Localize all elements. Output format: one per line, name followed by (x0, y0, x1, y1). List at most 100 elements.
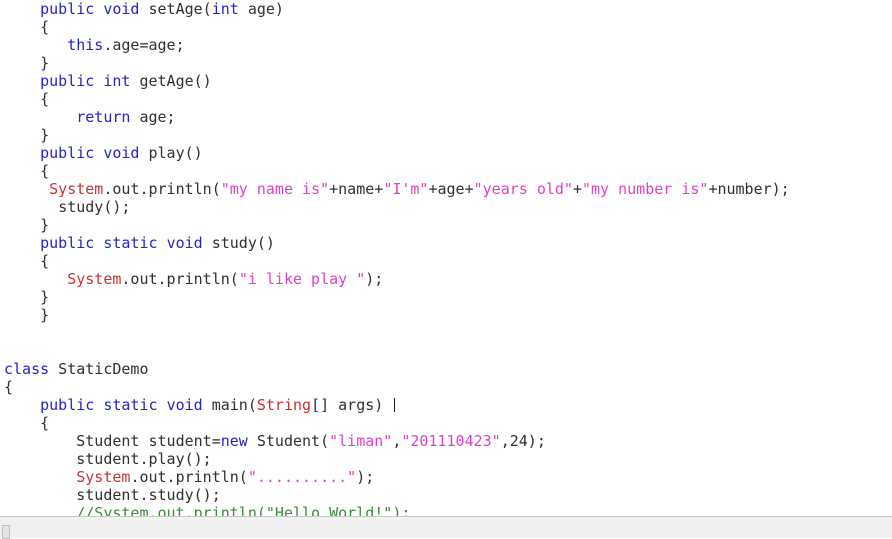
code-token-str: "my name is" (220, 180, 330, 198)
code-token-str: ".........." (247, 468, 357, 486)
text-caret (394, 398, 396, 412)
code-token-kw: void (166, 234, 203, 252)
code-token-plain: setAge( (139, 0, 212, 18)
code-token-kw: void (103, 144, 140, 162)
code-editor[interactable]: public void setAge(int age) { this.age=a… (0, 0, 892, 539)
code-token-cls: System (49, 180, 104, 198)
code-line[interactable]: this.age=age; (0, 36, 892, 54)
code-token-kw: public (40, 72, 95, 90)
code-token-plain: getAge() (130, 72, 212, 90)
code-line[interactable]: student.play(); (0, 450, 892, 468)
code-token-plain: study(); (58, 198, 131, 216)
code-token-plain: +name+ (329, 180, 384, 198)
code-token-plain: age; (130, 108, 176, 126)
code-line[interactable]: student.study(); (0, 486, 892, 504)
code-token-plain: } (40, 306, 50, 324)
code-token-plain: { (4, 378, 14, 396)
code-line[interactable]: public void setAge(int age) (0, 0, 892, 18)
code-token-plain: } (40, 126, 50, 144)
code-text-area[interactable]: public void setAge(int age) { this.age=a… (0, 0, 892, 516)
code-token-plain: { (40, 18, 50, 36)
code-line[interactable]: } (0, 126, 892, 144)
code-token-str: "my number is" (582, 180, 709, 198)
code-line[interactable]: { (0, 162, 892, 180)
code-token-str: "I'm" (383, 180, 429, 198)
code-line[interactable]: } (0, 216, 892, 234)
scrollbar-track[interactable] (0, 521, 892, 539)
code-token-kw: int (103, 72, 131, 90)
code-token-plain: .out.println( (130, 468, 248, 486)
code-line[interactable]: { (0, 252, 892, 270)
code-line[interactable]: public static void main(String[] args) (0, 396, 892, 414)
code-token-str: "201110423" (401, 432, 501, 450)
code-line[interactable]: { (0, 414, 892, 432)
code-token-kw: void (166, 396, 203, 414)
code-token-str: "liman" (329, 432, 393, 450)
code-token-plain: + (572, 180, 582, 198)
code-token-plain: .out.println( (121, 270, 239, 288)
code-token-plain: } (40, 216, 50, 234)
code-token-kw: new (220, 432, 248, 450)
code-token-cmt: //System.out.println("Hello World!"); (76, 504, 411, 516)
code-token-kw: public (40, 0, 95, 18)
horizontal-scrollbar[interactable] (0, 516, 892, 539)
code-line[interactable]: System.out.println("i like play "); (0, 270, 892, 288)
code-line[interactable]: System.out.println("my name is"+name+"I'… (0, 180, 892, 198)
code-token-plain: ); (356, 468, 375, 486)
code-line[interactable]: public int getAge() (0, 72, 892, 90)
code-token-plain: } (40, 288, 50, 306)
code-line[interactable]: } (0, 288, 892, 306)
code-token-plain: +number); (708, 180, 790, 198)
code-line[interactable]: } (0, 54, 892, 72)
code-line[interactable]: //System.out.println("Hello World!"); (0, 504, 892, 516)
code-token-plain: [] args) (311, 396, 393, 414)
scrollbar-thumb[interactable] (2, 525, 10, 539)
code-token-kw: void (103, 0, 140, 18)
code-token-plain: { (40, 162, 50, 180)
code-token-plain: Student student= (76, 432, 221, 450)
code-line[interactable]: } (0, 306, 892, 324)
code-token-plain: student.play(); (76, 450, 212, 468)
code-line[interactable]: class StaticDemo (0, 360, 892, 378)
code-line[interactable]: Student student=new Student("liman","201… (0, 432, 892, 450)
code-line[interactable]: { (0, 90, 892, 108)
code-token-plain: { (40, 414, 50, 432)
code-token-plain: } (40, 54, 50, 72)
code-line[interactable]: return age; (0, 108, 892, 126)
code-line[interactable] (0, 342, 892, 360)
code-token-kw: class (4, 360, 50, 378)
code-line[interactable]: study(); (0, 198, 892, 216)
code-token-plain: { (40, 90, 50, 108)
code-line[interactable]: public void play() (0, 144, 892, 162)
code-token-plain: student.study(); (76, 486, 221, 504)
code-line[interactable]: System.out.println(".........."); (0, 468, 892, 486)
code-line[interactable]: { (0, 378, 892, 396)
code-line[interactable]: public static void study() (0, 234, 892, 252)
code-line[interactable]: { (0, 18, 892, 36)
code-line[interactable] (0, 324, 892, 342)
code-token-kw: public (40, 396, 95, 414)
code-token-plain: StaticDemo (49, 360, 149, 378)
